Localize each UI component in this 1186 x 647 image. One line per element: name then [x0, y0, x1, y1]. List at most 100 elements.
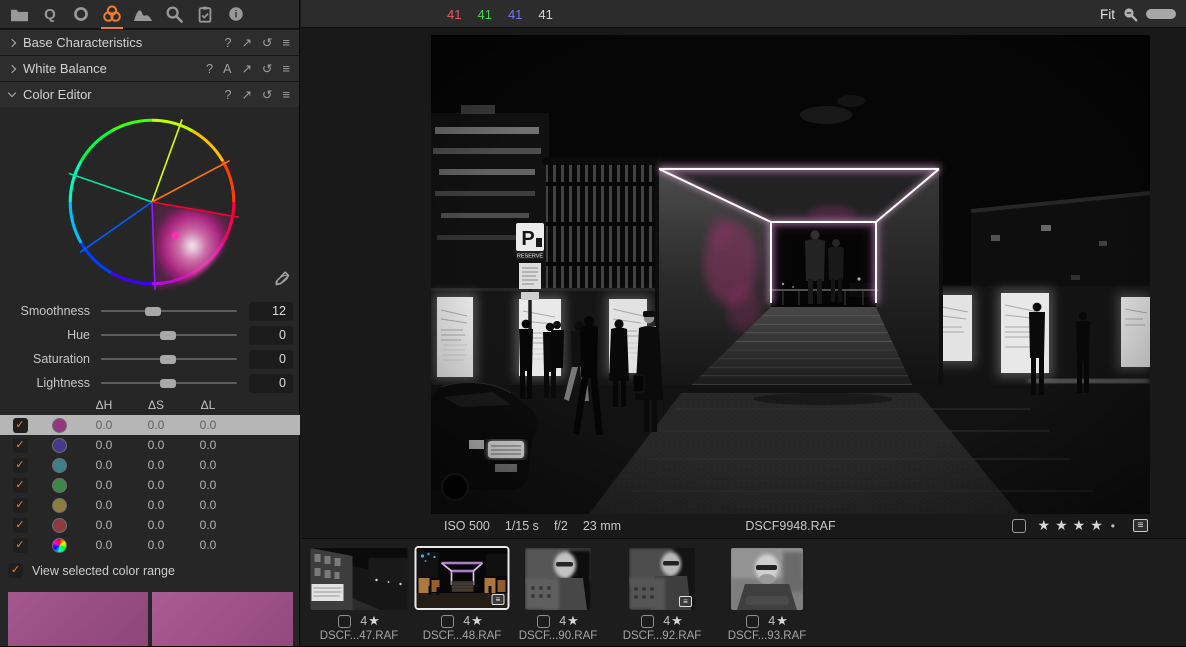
color-tab[interactable]	[100, 2, 124, 26]
color-range-swatch[interactable]	[52, 418, 67, 433]
color-range-swatch[interactable]	[52, 478, 67, 493]
lens-tab[interactable]	[69, 2, 93, 26]
slider-knob[interactable]	[160, 331, 176, 340]
color-range-swatch[interactable]	[52, 498, 67, 513]
table-row[interactable]: ✓ 0.0 0.0 0.0	[0, 495, 300, 515]
thumb-rating[interactable]: 4★	[463, 613, 483, 629]
delta-l-value: 0.0	[182, 498, 234, 512]
row-checkbox[interactable]: ✓	[13, 518, 28, 533]
thumb-rating[interactable]: 4★	[360, 613, 380, 629]
slider-knob[interactable]	[145, 307, 161, 316]
readout-blue: 41	[508, 7, 522, 22]
chevron-down-icon[interactable]	[8, 89, 16, 97]
all-colors-swatch[interactable]	[52, 538, 67, 553]
chevron-right-icon[interactable]	[8, 38, 16, 46]
color-picker-button[interactable]	[273, 270, 291, 288]
star-icon[interactable]: ★	[1055, 517, 1068, 534]
slider-value[interactable]: 0	[249, 374, 293, 393]
white-balance-header[interactable]: White Balance ? A ↗ ↺ ≡	[0, 55, 299, 81]
preset-menu-icon[interactable]: ≡	[282, 61, 289, 76]
thumbnail-image[interactable]	[731, 548, 803, 610]
adjustments-tab[interactable]	[193, 2, 217, 26]
thumbnail-image[interactable]	[311, 548, 408, 610]
row-checkbox[interactable]: ✓	[13, 418, 28, 433]
table-row[interactable]: ✓ 0.0 0.0 0.0	[0, 475, 300, 495]
expand-icon[interactable]: ↗	[241, 87, 251, 102]
slider-track[interactable]	[101, 354, 237, 364]
photo-image[interactable]: P RESERVÉ	[431, 35, 1150, 514]
slider-knob[interactable]	[160, 355, 176, 364]
zoom-out-magnifier-icon[interactable]	[1123, 7, 1138, 22]
row-checkbox[interactable]: ✓	[13, 458, 28, 473]
saturation-slider: Saturation 0	[0, 347, 300, 371]
expand-icon[interactable]: ↗	[241, 35, 251, 50]
viewer-canvas: P RESERVÉ	[301, 29, 1186, 538]
thumb-rating[interactable]: 4★	[768, 613, 788, 629]
preset-menu-icon[interactable]: ≡	[282, 35, 289, 50]
table-row[interactable]: ✓ 0.0 0.0 0.0	[0, 435, 300, 455]
row-checkbox[interactable]: ✓	[13, 538, 28, 553]
thumbnail-image[interactable]	[525, 548, 591, 610]
help-icon[interactable]: ?	[224, 36, 231, 50]
star-icon: ★	[567, 613, 579, 629]
delta-h-value: 0.0	[78, 418, 130, 432]
thumb-checkbox[interactable]	[338, 615, 351, 628]
color-range-swatch[interactable]	[52, 458, 67, 473]
select-checkbox[interactable]	[1012, 519, 1026, 533]
zoom-slider-handle[interactable]	[1146, 9, 1176, 19]
note-icon[interactable]: ≡	[1133, 519, 1148, 532]
slider-track[interactable]	[101, 306, 237, 316]
reset-icon[interactable]: ↺	[262, 87, 272, 102]
capture-tab[interactable]: Q	[38, 2, 62, 26]
table-row[interactable]: ✓ 0.0 0.0 0.0	[0, 455, 300, 475]
auto-adjust-icon[interactable]: A	[223, 62, 231, 76]
preset-menu-icon[interactable]: ≡	[282, 87, 289, 102]
base-characteristics-header[interactable]: Base Characteristics ? ↗ ↺ ≡	[0, 29, 299, 55]
color-editor-header[interactable]: Color Editor ? ↗ ↺ ≡	[0, 81, 299, 107]
thumb-checkbox[interactable]	[537, 615, 550, 628]
chevron-right-icon[interactable]	[8, 64, 16, 72]
slider-value[interactable]: 0	[249, 350, 293, 369]
thumb-checkbox[interactable]	[441, 615, 454, 628]
details-tab[interactable]	[162, 2, 186, 26]
thumbnail-image[interactable]: ≡	[415, 546, 510, 610]
histogram-icon	[133, 5, 153, 23]
reset-icon[interactable]: ↺	[262, 35, 272, 50]
filmstrip-item[interactable]: ≡ 4★ DSCF...92.RAF	[607, 539, 717, 647]
color-range-swatch[interactable]	[52, 438, 67, 453]
table-row[interactable]: ✓ 0.0 0.0 0.0	[0, 415, 300, 435]
view-selected-range[interactable]: ✓ View selected color range	[8, 563, 175, 578]
thumb-rating[interactable]: 4★	[663, 613, 683, 629]
table-row[interactable]: ✓ 0.0 0.0 0.0	[0, 515, 300, 535]
expand-icon[interactable]: ↗	[241, 61, 251, 76]
reset-icon[interactable]: ↺	[262, 61, 272, 76]
thumb-rating[interactable]: 4★	[559, 613, 579, 629]
exposure-tab[interactable]	[131, 2, 155, 26]
selected-range-swatch-right	[152, 592, 293, 646]
star-placeholder-icon[interactable]: •	[1108, 519, 1118, 533]
row-checkbox[interactable]: ✓	[13, 498, 28, 513]
slider-track[interactable]	[101, 378, 237, 388]
slider-track[interactable]	[101, 330, 237, 340]
thumb-checkbox[interactable]	[746, 615, 759, 628]
color-range-swatch[interactable]	[52, 518, 67, 533]
help-icon[interactable]: ?	[206, 62, 213, 76]
thumb-checkbox[interactable]	[641, 615, 654, 628]
library-tab[interactable]	[7, 2, 31, 26]
view-range-checkbox[interactable]: ✓	[8, 563, 23, 578]
metadata-tab[interactable]: i	[224, 2, 248, 26]
row-checkbox[interactable]: ✓	[13, 438, 28, 453]
slider-value[interactable]: 0	[249, 326, 293, 345]
slider-value[interactable]: 12	[249, 302, 293, 321]
filmstrip-item[interactable]: 4★ DSCF...93.RAF	[712, 539, 822, 647]
row-checkbox[interactable]: ✓	[13, 478, 28, 493]
slider-knob[interactable]	[160, 379, 176, 388]
zoom-fit-label[interactable]: Fit	[1100, 7, 1115, 22]
star-icon[interactable]: ★	[1038, 517, 1051, 534]
help-icon[interactable]: ?	[224, 88, 231, 102]
thumbnail-image[interactable]: ≡	[629, 548, 695, 610]
table-row[interactable]: ✓ 0.0 0.0 0.0	[0, 535, 300, 555]
star-icon[interactable]: ★	[1073, 517, 1086, 534]
color-wheel[interactable]	[60, 110, 244, 294]
star-icon[interactable]: ★	[1090, 517, 1103, 534]
